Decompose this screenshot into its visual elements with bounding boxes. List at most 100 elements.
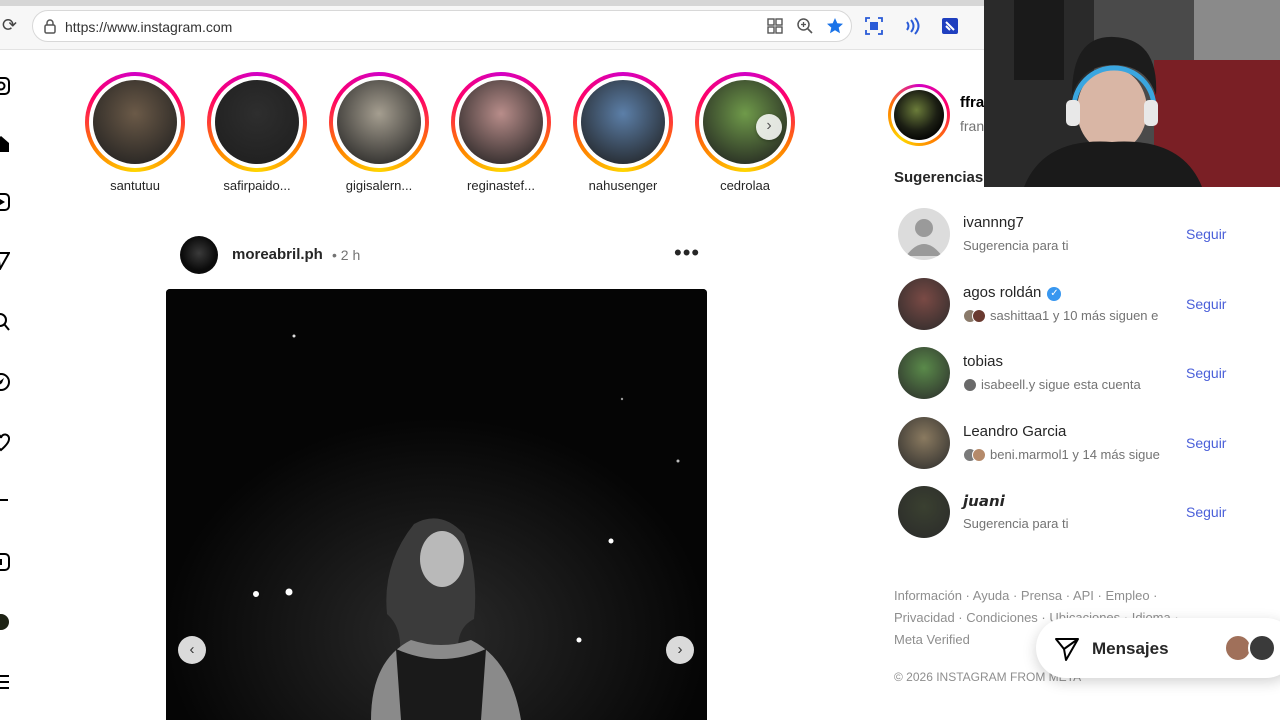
suggestion-name-text: 𝙟𝙪𝙖𝙣𝙞 xyxy=(963,493,1005,510)
chevron-right-icon: › xyxy=(766,117,772,134)
menu-icon[interactable] xyxy=(0,672,10,692)
story-avatar xyxy=(337,80,421,164)
suggestion-username[interactable]: agos roldán ✓ xyxy=(963,283,1062,301)
reels-icon[interactable] xyxy=(0,192,10,212)
profile-avatar-icon[interactable] xyxy=(0,612,10,632)
notifications-heart-icon[interactable] xyxy=(0,432,10,452)
post-timestamp[interactable]: • 2 h xyxy=(332,247,360,263)
story-avatar xyxy=(581,80,665,164)
stories-tray: santutuu safirpaido... gigisalern... reg… xyxy=(84,72,796,193)
story-username: gigisalern... xyxy=(345,178,413,193)
suggestion-reason-text: isabeell.y sigue esta cuenta xyxy=(981,377,1141,392)
suggestion-row: 𝙟𝙪𝙖𝙣𝙞 Sugerencia para ti Seguir xyxy=(898,486,1238,556)
webcam-feed xyxy=(984,0,1280,187)
extension-icon[interactable] xyxy=(940,16,960,36)
post-header: moreabril.ph • 2 h ••• xyxy=(180,236,700,274)
suggestion-avatar[interactable] xyxy=(898,208,950,260)
current-user-name: fran xyxy=(960,118,985,134)
explore-icon[interactable] xyxy=(0,372,10,392)
mutual-follower-avatar xyxy=(972,308,986,323)
chevron-right-icon: › xyxy=(677,641,683,658)
instagram-logo-icon[interactable] xyxy=(0,76,10,96)
reload-icon[interactable]: ⟳ xyxy=(2,16,20,34)
mutual-avatars xyxy=(963,308,986,326)
suggestion-reason: Sugerencia para ti xyxy=(963,238,1069,253)
suggestion-avatar[interactable] xyxy=(898,416,950,469)
follow-button[interactable]: Seguir xyxy=(1186,296,1226,312)
site-info-icon[interactable] xyxy=(43,18,57,34)
suggestion-name-text: ivannng7 xyxy=(963,214,1024,231)
story-username: safirpaido... xyxy=(223,178,291,193)
follow-button[interactable]: Seguir xyxy=(1186,504,1226,520)
search-icon[interactable] xyxy=(0,312,10,332)
current-user-photo xyxy=(894,90,944,140)
suggestion-row: agos roldán ✓ sashittaa1 y 10 más siguen … xyxy=(898,277,1238,348)
suggestion-reason: Sugerencia para ti xyxy=(963,516,1069,531)
post-media[interactable]: ‹ › xyxy=(166,289,707,720)
suggestion-avatar[interactable] xyxy=(898,486,950,538)
story-item[interactable]: nahusenger xyxy=(572,72,674,193)
mutual-avatars xyxy=(963,378,977,395)
post-author-avatar[interactable] xyxy=(180,236,218,274)
suggestion-reason: isabeell.y sigue esta cuenta xyxy=(963,377,1173,395)
story-item[interactable]: santutuu xyxy=(84,72,186,193)
apps-icon[interactable] xyxy=(766,17,784,35)
mutual-follower-avatar xyxy=(972,447,986,462)
home-icon[interactable] xyxy=(0,134,10,154)
mutual-follower-avatar xyxy=(963,378,977,392)
suggestion-reason: beni.marmol1 y 14 más sigue xyxy=(963,447,1173,465)
send-icon[interactable] xyxy=(0,250,10,270)
webcam-overlay xyxy=(984,0,1280,187)
more-options-icon[interactable]: ••• xyxy=(674,240,700,266)
suggestion-username[interactable]: Leandro Garcia xyxy=(963,423,1066,440)
suggestion-username[interactable]: ivannng7 xyxy=(963,214,1024,231)
suggestion-reason-text: beni.marmol1 y 14 más sigue xyxy=(990,446,1160,462)
story-username: santutuu xyxy=(110,178,160,193)
suggestions-title: Sugerencias p xyxy=(894,169,997,186)
conversation-avatar xyxy=(1248,634,1276,662)
story-item[interactable]: safirpaido... xyxy=(206,72,308,193)
suggestion-row: Leandro Garcia beni.marmol1 y 14 más sig… xyxy=(898,416,1238,487)
story-username: nahusenger xyxy=(588,178,658,193)
mutual-avatars xyxy=(963,447,986,465)
suggestion-row: ivannng7 Sugerencia para ti Seguir xyxy=(898,208,1238,278)
story-item[interactable]: gigisalern... xyxy=(328,72,430,193)
suggestion-reason: sashittaa1 y 10 más siguen e xyxy=(963,308,1173,326)
messages-button[interactable]: Mensajes xyxy=(1036,618,1280,678)
post-author-username[interactable]: moreabril.ph xyxy=(232,246,323,263)
suggestion-avatar[interactable] xyxy=(898,347,950,399)
story-item[interactable]: reginastef... xyxy=(450,72,552,193)
screen-capture-icon[interactable] xyxy=(864,16,884,36)
current-user-username[interactable]: ffra xyxy=(960,94,984,111)
dashboard-icon[interactable] xyxy=(0,552,10,572)
create-icon[interactable] xyxy=(0,490,10,510)
suggestion-avatar[interactable] xyxy=(898,277,950,330)
follow-button[interactable]: Seguir xyxy=(1186,365,1226,381)
story-avatar xyxy=(459,80,543,164)
messages-label: Mensajes xyxy=(1092,639,1169,658)
suggestion-name-text: Leandro Garcia xyxy=(963,422,1067,440)
suggestion-name-text: agos roldán xyxy=(963,283,1042,301)
address-bar[interactable]: https://www.instagram.com xyxy=(32,10,852,42)
story-avatar xyxy=(93,80,177,164)
post-photo xyxy=(166,289,707,720)
send-icon xyxy=(1055,638,1079,661)
follow-button[interactable]: Seguir xyxy=(1186,435,1226,451)
story-avatar xyxy=(215,80,299,164)
carousel-next-button[interactable]: › xyxy=(666,636,694,664)
chevron-left-icon: ‹ xyxy=(189,641,195,658)
default-avatar-icon xyxy=(898,208,950,260)
stories-next-button[interactable]: › xyxy=(756,114,782,140)
carousel-previous-button[interactable]: ‹ xyxy=(178,636,206,664)
url-text: https://www.instagram.com xyxy=(65,19,233,35)
current-user-avatar[interactable] xyxy=(888,84,950,146)
bookmark-star-icon[interactable] xyxy=(826,17,844,35)
read-aloud-icon[interactable] xyxy=(902,16,922,36)
suggestion-username[interactable]: 𝙟𝙪𝙖𝙣𝙞 xyxy=(963,492,1005,510)
verified-badge-icon: ✓ xyxy=(1047,286,1062,301)
follow-button[interactable]: Seguir xyxy=(1186,226,1226,242)
suggestion-username[interactable]: tobias xyxy=(963,353,1003,370)
suggestion-reason-text: sashittaa1 y 10 más siguen e xyxy=(990,307,1159,323)
suggestions-list: ivannng7 Sugerencia para ti Seguir agos … xyxy=(898,208,1238,556)
zoom-icon[interactable] xyxy=(796,17,814,35)
